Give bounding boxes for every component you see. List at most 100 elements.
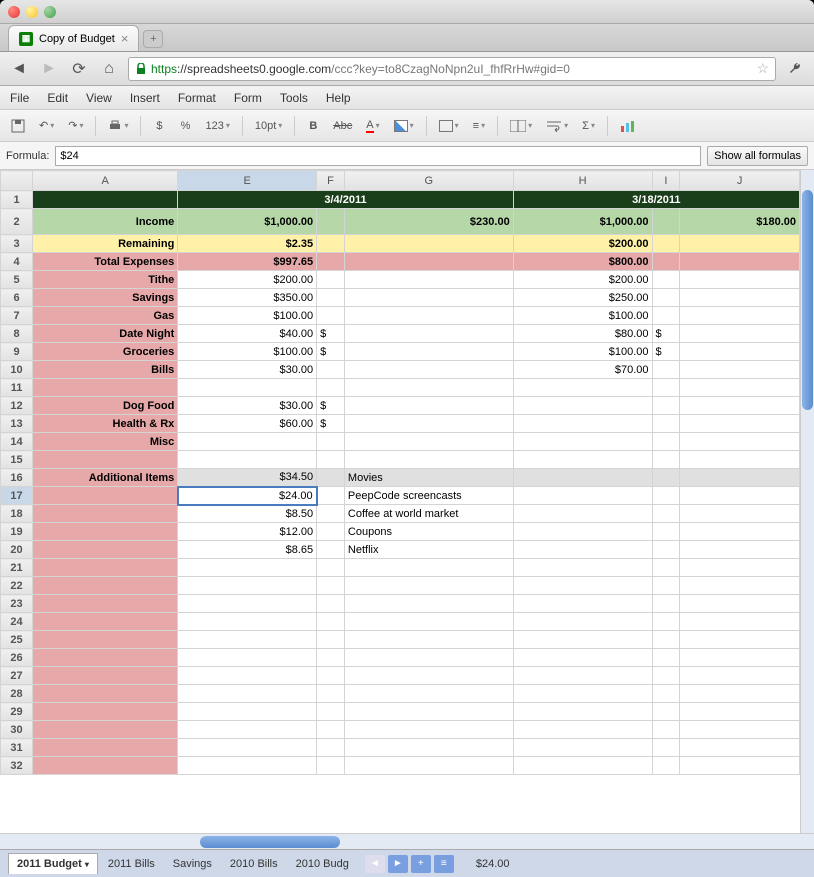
row-header[interactable]: 22 (1, 577, 33, 595)
cell[interactable]: $8.65 (178, 541, 317, 559)
borders-button[interactable] (434, 115, 464, 137)
merge-button[interactable] (505, 115, 537, 137)
cell[interactable]: $1,000.00 (178, 209, 317, 235)
row-header[interactable]: 32 (1, 757, 33, 775)
undo-button[interactable]: ↶ (34, 115, 59, 137)
save-icon[interactable] (6, 115, 30, 137)
cell[interactable] (33, 487, 178, 505)
row-header[interactable]: 28 (1, 685, 33, 703)
forward-button[interactable]: ► (38, 58, 60, 80)
cell[interactable]: Gas (33, 307, 178, 325)
row-header[interactable]: 10 (1, 361, 33, 379)
wrench-menu-button[interactable] (784, 58, 806, 80)
cell[interactable]: Additional Items (33, 469, 178, 487)
menu-insert[interactable]: Insert (130, 91, 160, 105)
row-header[interactable]: 15 (1, 451, 33, 469)
print-button[interactable] (103, 115, 133, 137)
format-percent-button[interactable]: % (174, 115, 196, 137)
cell[interactable]: $ (317, 397, 345, 415)
col-header-i[interactable]: I (652, 171, 680, 191)
menu-file[interactable]: File (10, 91, 29, 105)
cell[interactable]: $100.00 (178, 307, 317, 325)
cell[interactable]: $200.00 (513, 271, 652, 289)
col-header-h[interactable]: H (513, 171, 652, 191)
cell[interactable]: $250.00 (513, 289, 652, 307)
star-icon[interactable]: ☆ (756, 60, 769, 77)
cell[interactable]: PeepCode screencasts (344, 487, 513, 505)
cell[interactable]: $40.00 (178, 325, 317, 343)
row-header[interactable]: 20 (1, 541, 33, 559)
row-header[interactable]: 21 (1, 559, 33, 577)
cell[interactable]: $1,000.00 (513, 209, 652, 235)
row-header[interactable]: 14 (1, 433, 33, 451)
cell[interactable]: Misc (33, 433, 178, 451)
strikethrough-button[interactable]: Abc (328, 115, 357, 137)
chart-button[interactable] (615, 115, 641, 137)
cell[interactable]: $180.00 (680, 209, 800, 235)
redo-button[interactable]: ↷ (63, 115, 88, 137)
cell[interactable] (33, 505, 178, 523)
row-header[interactable]: 19 (1, 523, 33, 541)
vertical-scrollbar[interactable] (800, 170, 814, 833)
cell[interactable]: $800.00 (513, 253, 652, 271)
sheet-nav-prev-icon[interactable]: ◄ (365, 855, 385, 873)
cell[interactable]: $100.00 (178, 343, 317, 361)
text-color-button[interactable]: A (361, 115, 384, 137)
cell[interactable]: $2.35 (178, 235, 317, 253)
row-header[interactable]: 17 (1, 487, 33, 505)
menu-edit[interactable]: Edit (47, 91, 68, 105)
menu-view[interactable]: View (86, 91, 112, 105)
zoom-window-button[interactable] (44, 6, 56, 18)
col-header-j[interactable]: J (680, 171, 800, 191)
row-header[interactable]: 24 (1, 613, 33, 631)
font-size-select[interactable]: 10pt (250, 115, 287, 137)
cell[interactable]: $ (317, 325, 345, 343)
row-header[interactable]: 26 (1, 649, 33, 667)
cell[interactable]: Coupons (344, 523, 513, 541)
cell-total-label[interactable]: Total Expenses (33, 253, 178, 271)
cell[interactable]: $ (317, 343, 345, 361)
sheet-tab[interactable]: Savings (165, 854, 220, 874)
cell[interactable]: $100.00 (513, 343, 652, 361)
cell[interactable]: Coffee at world market (344, 505, 513, 523)
col-header-a[interactable]: A (33, 171, 178, 191)
row-header[interactable]: 4 (1, 253, 33, 271)
cell[interactable]: $80.00 (513, 325, 652, 343)
cell[interactable]: Dog Food (33, 397, 178, 415)
cell[interactable]: $30.00 (178, 361, 317, 379)
close-tab-icon[interactable]: × (121, 31, 129, 46)
cell[interactable]: Savings (33, 289, 178, 307)
menu-form[interactable]: Form (234, 91, 262, 105)
menu-help[interactable]: Help (326, 91, 351, 105)
date-header-1[interactable]: 3/4/2011 (178, 191, 513, 209)
address-bar[interactable]: https://spreadsheets0.google.com/ccc?key… (128, 57, 776, 81)
col-header-g[interactable]: G (344, 171, 513, 191)
cell[interactable] (33, 451, 178, 469)
cell[interactable]: $30.00 (178, 397, 317, 415)
cell[interactable]: $230.00 (344, 209, 513, 235)
cell[interactable]: $350.00 (178, 289, 317, 307)
cell[interactable] (33, 379, 178, 397)
date-header-2[interactable]: 3/18/2011 (513, 191, 799, 209)
home-button[interactable]: ⌂ (98, 58, 120, 80)
menu-tools[interactable]: Tools (280, 91, 308, 105)
row-header[interactable]: 18 (1, 505, 33, 523)
cell[interactable]: $ (652, 343, 680, 361)
wrap-text-button[interactable] (541, 115, 573, 137)
menu-format[interactable]: Format (178, 91, 216, 105)
align-button[interactable]: ≡ (468, 115, 490, 137)
cell[interactable]: $ (317, 415, 345, 433)
row-header[interactable]: 31 (1, 739, 33, 757)
row-header[interactable]: 25 (1, 631, 33, 649)
cell[interactable]: $200.00 (178, 271, 317, 289)
browser-tab[interactable]: ▦ Copy of Budget × (8, 25, 139, 51)
cell[interactable]: $34.50 (178, 469, 317, 487)
add-sheet-icon[interactable]: + (411, 855, 431, 873)
col-header-e[interactable]: E (178, 171, 317, 191)
show-all-formulas-button[interactable]: Show all formulas (707, 146, 808, 166)
row-header[interactable]: 12 (1, 397, 33, 415)
cell[interactable]: Bills (33, 361, 178, 379)
cell[interactable]: Groceries (33, 343, 178, 361)
minimize-window-button[interactable] (26, 6, 38, 18)
col-header-f[interactable]: F (317, 171, 345, 191)
